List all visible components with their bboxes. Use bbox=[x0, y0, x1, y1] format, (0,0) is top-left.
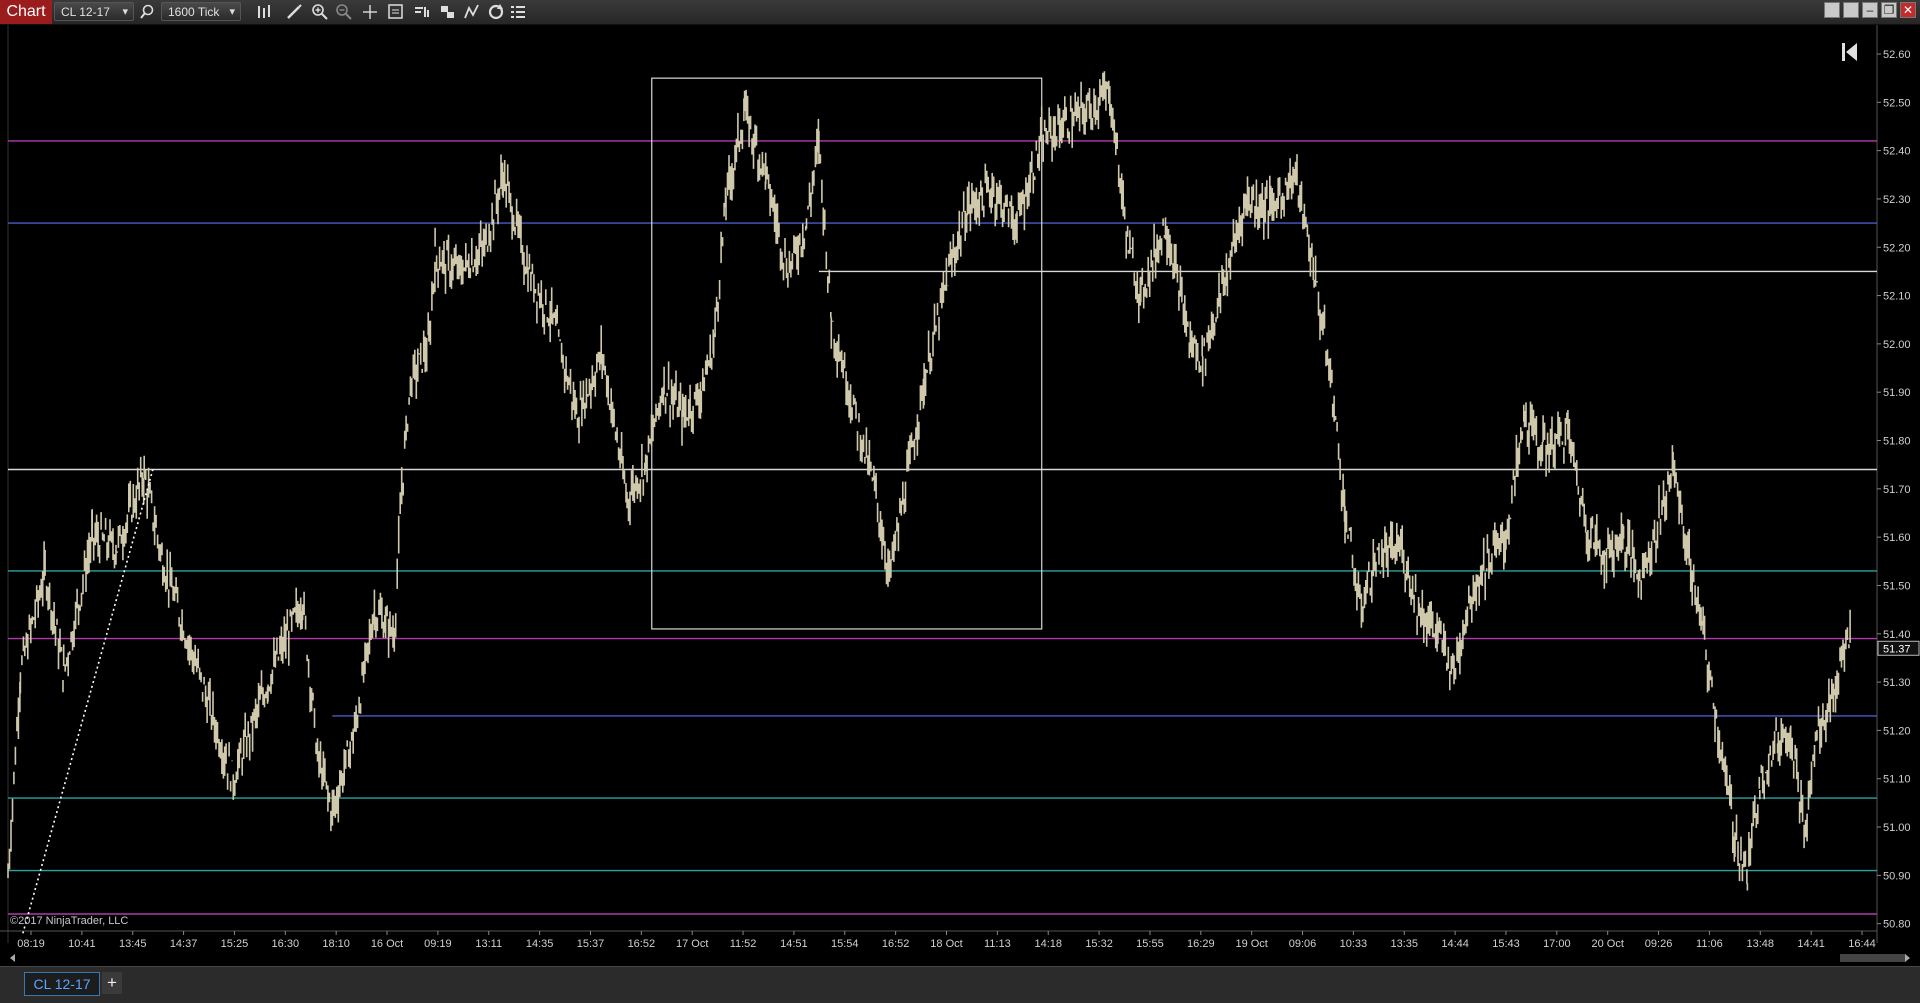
drawing-tools-icon[interactable] bbox=[462, 2, 482, 22]
chevron-down-icon: ▾ bbox=[229, 6, 235, 18]
draw-pencil-icon[interactable] bbox=[284, 2, 304, 22]
interval-selector[interactable]: 1600 Tick ▾ bbox=[161, 2, 241, 21]
zoom-out-icon[interactable] bbox=[334, 2, 354, 22]
x-tick-label: 14:37 bbox=[170, 938, 198, 950]
y-tick-label: 52.40 bbox=[1883, 146, 1911, 158]
x-tick-label: 16:52 bbox=[628, 938, 656, 950]
x-tick-label: 14:44 bbox=[1441, 938, 1469, 950]
x-tick-label: 11:06 bbox=[1696, 938, 1723, 950]
y-tick-label: 51.20 bbox=[1883, 725, 1911, 737]
y-tick-label: 51.60 bbox=[1883, 532, 1911, 544]
refresh-icon[interactable] bbox=[486, 2, 506, 22]
data-box-icon[interactable] bbox=[386, 2, 406, 22]
y-tick-label: 51.70 bbox=[1883, 484, 1911, 496]
y-tick-label: 51.10 bbox=[1883, 774, 1911, 786]
y-tick-label: 52.10 bbox=[1883, 291, 1911, 303]
x-tick-label: 09:26 bbox=[1645, 938, 1673, 950]
x-tick-label: 17 Oct bbox=[676, 938, 708, 950]
x-tick-label: 15:37 bbox=[577, 938, 605, 950]
x-tick-label: 08:19 bbox=[17, 938, 45, 950]
indicators-icon[interactable] bbox=[412, 2, 432, 22]
properties-icon[interactable] bbox=[508, 2, 528, 22]
x-tick-label: 14:18 bbox=[1034, 938, 1062, 950]
x-tick-label: 15:43 bbox=[1492, 938, 1520, 950]
instrument-selector[interactable]: CL 12-17 ▾ bbox=[54, 2, 134, 21]
chart-window-label: Chart bbox=[0, 0, 52, 24]
price-chart[interactable]: 52.60 52.50 52.40 52.30 52.20 52.10 52.00 51.90… bbox=[0, 25, 1920, 966]
x-tick-label: 14:35 bbox=[526, 938, 554, 950]
interval-value: 1600 Tick bbox=[168, 5, 220, 19]
x-tick-label: 13:11 bbox=[475, 938, 502, 950]
x-tick-label: 13:48 bbox=[1747, 938, 1775, 950]
tile-icon[interactable] bbox=[1824, 2, 1840, 18]
y-tick-label: 52.50 bbox=[1883, 97, 1911, 109]
crosshair-icon[interactable] bbox=[360, 2, 380, 22]
chart-tab-bar: CL 12-17 + bbox=[0, 966, 1920, 1003]
x-tick-label: 14:41 bbox=[1797, 938, 1825, 950]
chevron-down-icon: ▾ bbox=[122, 6, 128, 18]
restore-icon[interactable]: ❐ bbox=[1881, 2, 1897, 18]
strategies-icon[interactable] bbox=[438, 2, 458, 22]
x-tick-label: 17:00 bbox=[1543, 938, 1571, 950]
x-tick-label: 16:30 bbox=[272, 938, 300, 950]
y-tick-label: 51.40 bbox=[1883, 629, 1911, 641]
x-tick-label: 15:54 bbox=[831, 938, 859, 950]
tab-cl-12-17[interactable]: CL 12-17 bbox=[24, 972, 100, 996]
y-tick-label: 51.80 bbox=[1883, 436, 1911, 448]
x-tick-label: 09:06 bbox=[1289, 938, 1317, 950]
search-icon[interactable] bbox=[138, 2, 158, 22]
last-price-label: 51.37 bbox=[1883, 643, 1911, 655]
x-tick-label: 09:19 bbox=[424, 938, 452, 950]
x-tick-label: 20 Oct bbox=[1591, 938, 1623, 950]
x-tick-label: 16 Oct bbox=[371, 938, 403, 950]
y-tick-label: 52.60 bbox=[1883, 49, 1911, 61]
add-tab-button[interactable]: + bbox=[102, 972, 122, 994]
chart-toolbar: Chart CL 12-17 ▾ 1600 Tick ▾ – ❐ ✕ bbox=[0, 0, 1920, 25]
zoom-in-icon[interactable] bbox=[310, 2, 330, 22]
x-tick-label: 13:35 bbox=[1390, 938, 1418, 950]
x-tick-label: 15:32 bbox=[1085, 938, 1113, 950]
x-tick-label: 15:55 bbox=[1136, 938, 1164, 950]
close-icon[interactable]: ✕ bbox=[1900, 2, 1916, 18]
price-chart-panel[interactable]: 52.60 52.50 52.40 52.30 52.20 52.10 52.00 51.90… bbox=[0, 25, 1920, 966]
x-tick-label: 16:29 bbox=[1187, 938, 1215, 950]
x-tick-label: 10:41 bbox=[68, 938, 96, 950]
x-tick-label: 13:45 bbox=[119, 938, 147, 950]
x-tick-label: 14:51 bbox=[780, 938, 808, 950]
x-tick-label: 18 Oct bbox=[930, 938, 962, 950]
copyright-text: ©2017 NinjaTrader, LLC bbox=[10, 915, 128, 927]
bar-style-icon[interactable] bbox=[254, 2, 274, 22]
y-tick-label: 51.00 bbox=[1883, 822, 1911, 834]
x-tick-label: 11:52 bbox=[730, 938, 757, 950]
y-tick-label: 51.30 bbox=[1883, 677, 1911, 689]
x-tick-label: 15:25 bbox=[221, 938, 249, 950]
layout-icon[interactable] bbox=[1843, 2, 1859, 18]
y-tick-label: 52.30 bbox=[1883, 194, 1911, 206]
x-tick-label: 19 Oct bbox=[1235, 938, 1267, 950]
minimize-icon[interactable]: – bbox=[1862, 2, 1878, 18]
x-tick-label: 10:33 bbox=[1340, 938, 1368, 950]
y-tick-label: 51.90 bbox=[1883, 387, 1911, 399]
y-tick-label: 51.50 bbox=[1883, 580, 1911, 592]
y-tick-label: 52.00 bbox=[1883, 339, 1911, 351]
instrument-value: CL 12-17 bbox=[61, 5, 110, 19]
y-tick-label: 50.80 bbox=[1883, 919, 1911, 931]
x-tick-label: 11:13 bbox=[984, 938, 1011, 950]
x-tick-label: 16:52 bbox=[882, 938, 910, 950]
y-tick-label: 52.20 bbox=[1883, 242, 1911, 254]
x-tick-label: 18:10 bbox=[322, 938, 350, 950]
y-tick-label: 50.90 bbox=[1883, 870, 1911, 882]
horizontal-scrollbar[interactable] bbox=[1840, 954, 1906, 962]
x-tick-label: 16:44 bbox=[1848, 938, 1876, 950]
